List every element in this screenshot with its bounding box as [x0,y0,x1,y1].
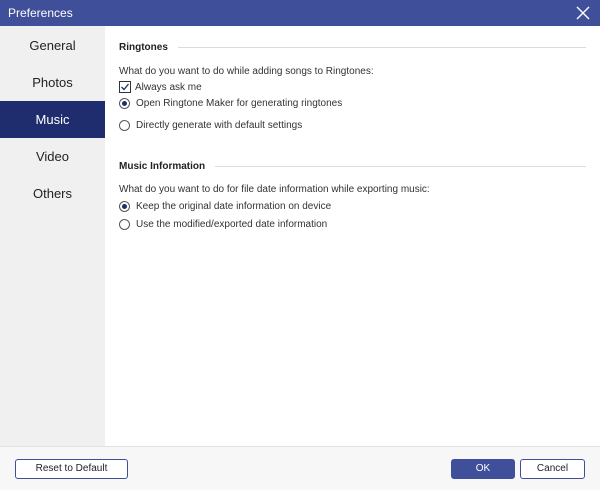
radio-unselected-icon [119,120,130,131]
window-title: Preferences [8,6,73,20]
checkbox-checked-icon [119,81,131,93]
sidebar-item-video[interactable]: Video [0,138,105,175]
settings-panel: Ringtones What do you want to do while a… [105,26,600,446]
title-bar: Preferences [0,0,600,26]
sidebar: General Photos Music Video Others [0,26,105,446]
sidebar-item-photos[interactable]: Photos [0,64,105,101]
radio-selected-icon [119,98,130,109]
radio-selected-icon [119,201,130,212]
reset-to-default-button[interactable]: Reset to Default [15,459,128,479]
footer: Reset to Default OK Cancel [0,446,600,490]
radio-use-modified-date[interactable]: Use the modified/exported date informati… [119,219,327,230]
radio-directly-generate[interactable]: Directly generate with default settings [119,120,302,131]
radio-unselected-icon [119,219,130,230]
always-ask-checkbox[interactable]: Always ask me [119,81,202,93]
close-icon[interactable] [574,4,592,22]
cancel-button[interactable]: Cancel [520,459,585,479]
always-ask-label: Always ask me [135,81,202,93]
sidebar-item-music[interactable]: Music [0,101,105,138]
sidebar-item-others[interactable]: Others [0,175,105,212]
sidebar-item-general[interactable]: General [0,27,105,64]
radio-keep-original-date[interactable]: Keep the original date information on de… [119,201,331,212]
radio-label: Use the modified/exported date informati… [136,219,328,230]
ringtones-question: What do you want to do while adding song… [119,66,374,77]
music-info-heading-label: Music Information [119,161,206,172]
radio-label: Directly generate with default settings [136,120,303,131]
ringtones-heading-label: Ringtones [119,42,168,53]
radio-open-ringtone-maker[interactable]: Open Ringtone Maker for generating ringt… [119,98,342,109]
ok-button[interactable]: OK [451,459,515,479]
music-info-heading: Music Information [119,161,586,172]
music-info-question: What do you want to do for file date inf… [119,184,430,195]
ringtones-heading: Ringtones [119,42,586,53]
radio-label: Keep the original date information on de… [136,201,332,212]
radio-label: Open Ringtone Maker for generating ringt… [136,98,343,109]
